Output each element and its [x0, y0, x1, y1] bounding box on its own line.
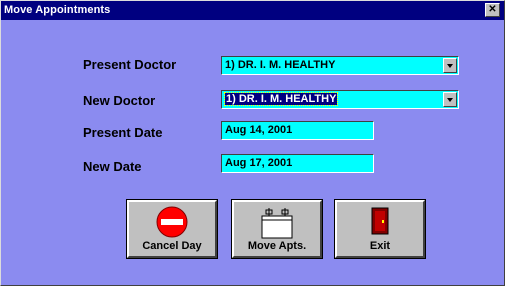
present-date-field[interactable]: Aug 14, 2001 — [221, 121, 374, 140]
no-entry-icon — [156, 206, 188, 238]
exit-button[interactable]: Exit — [334, 199, 426, 259]
title-bar[interactable]: Move Appointments ✕ — [1, 1, 504, 20]
chevron-down-icon[interactable] — [443, 92, 457, 107]
move-appointments-window: Move Appointments ✕ Present Doctor 1) DR… — [0, 0, 505, 286]
folder-icon — [261, 208, 293, 239]
new-doctor-value: 1) DR. I. M. HEALTHY — [223, 92, 339, 106]
new-doctor-select[interactable]: 1) DR. I. M. HEALTHY — [221, 90, 459, 109]
window-title: Move Appointments — [4, 4, 111, 16]
door-icon — [371, 207, 389, 235]
cancel-day-text: Cancel Day — [142, 240, 202, 252]
new-date-label: New Date — [83, 159, 142, 174]
present-doctor-label: Present Doctor — [83, 57, 177, 72]
chevron-down-icon[interactable] — [443, 58, 457, 73]
cancel-day-button[interactable]: Cancel Day — [126, 199, 218, 259]
move-apts-button[interactable]: Move Apts. — [231, 199, 323, 259]
present-doctor-select[interactable]: 1) DR. I. M. HEALTHY — [221, 56, 459, 75]
exit-label: Exit — [369, 240, 391, 252]
present-doctor-value: 1) DR. I. M. HEALTHY — [225, 59, 336, 71]
close-button[interactable]: ✕ — [485, 3, 500, 17]
move-apts-label: Move Apts. — [247, 240, 307, 252]
new-doctor-label: New Doctor — [83, 93, 156, 108]
cancel-day-label: Cancel Day — [129, 240, 215, 252]
new-date-field[interactable]: Aug 17, 2001 — [221, 154, 374, 173]
present-date-label: Present Date — [83, 125, 163, 140]
close-icon: ✕ — [488, 4, 497, 15]
